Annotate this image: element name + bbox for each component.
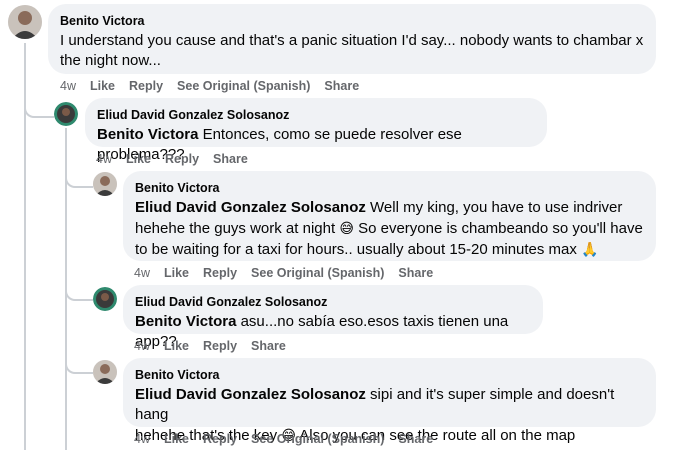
mention-link[interactable]: Benito Victora <box>135 313 236 330</box>
comment-age[interactable]: 4w <box>60 78 76 94</box>
share-button[interactable]: Share <box>398 265 433 281</box>
comment-bubble: Eliud David Gonzalez Solosanoz Benito Vi… <box>123 285 543 350</box>
see-original-button[interactable]: See Original (Spanish) <box>177 78 310 94</box>
reply-button[interactable]: Reply <box>165 151 199 167</box>
avatar[interactable] <box>93 172 117 196</box>
comment-actions: 4w Like Reply See Original (Spanish) Sha… <box>134 431 433 447</box>
comment-bubble: Eliud David Gonzalez Solosanoz Benito Vi… <box>85 98 547 163</box>
like-button[interactable]: Like <box>164 265 189 281</box>
thread-connector <box>65 283 93 301</box>
thread-connector <box>24 96 54 118</box>
thread-connector <box>65 170 93 188</box>
share-button[interactable]: Share <box>324 78 359 94</box>
mention-link[interactable]: Eliud David Gonzalez Solosanoz <box>135 386 366 403</box>
comment-bubble: Benito Victora Eliud David Gonzalez Solo… <box>123 358 656 444</box>
comment-actions: 4w Like Reply See Original (Spanish) Sha… <box>134 265 433 281</box>
see-original-button[interactable]: See Original (Spanish) <box>251 431 384 447</box>
comment-text-line: hehehe the guys work at night <box>135 220 340 237</box>
avatar[interactable] <box>54 102 78 126</box>
reply-button[interactable]: Reply <box>203 431 237 447</box>
share-button[interactable]: Share <box>251 338 286 354</box>
comment-author[interactable]: Eliud David Gonzalez Solosanoz <box>97 107 535 123</box>
comment-text-line: I understand you cause and that's a pani… <box>60 32 644 49</box>
comment-actions: 4w Like Reply Share <box>96 151 248 167</box>
avatar[interactable] <box>93 287 117 311</box>
comment-text: Eliud David Gonzalez Solosanoz Well my k… <box>135 198 644 260</box>
share-button[interactable]: Share <box>398 431 433 447</box>
comment-text-line: the night now... <box>60 52 161 69</box>
comment-bubble: Benito Victora Eliud David Gonzalez Solo… <box>123 171 656 261</box>
sweat-smile-emoji-icon: 😅 <box>339 220 354 236</box>
comment-bubble: Benito Victora I understand you cause an… <box>48 4 656 74</box>
comment-text: I understand you cause and that's a pani… <box>60 31 644 71</box>
share-button[interactable]: Share <box>213 151 248 167</box>
comment-author[interactable]: Benito Victora <box>135 367 644 383</box>
like-button[interactable]: Like <box>164 338 189 354</box>
comment-actions: 4w Like Reply See Original (Spanish) Sha… <box>60 78 359 94</box>
like-button[interactable]: Like <box>164 431 189 447</box>
reply-button[interactable]: Reply <box>203 338 237 354</box>
like-button[interactable]: Like <box>126 151 151 167</box>
comment-age[interactable]: 4w <box>96 151 112 167</box>
comment-text-line: So everyone is chambeando so you'll have <box>353 220 643 237</box>
comment-author[interactable]: Eliud David Gonzalez Solosanoz <box>135 294 531 310</box>
comment-age[interactable]: 4w <box>134 338 150 354</box>
mention-link[interactable]: Eliud David Gonzalez Solosanoz <box>135 199 366 216</box>
comment-text-line: to be waiting for a taxi for hours.. usu… <box>135 241 582 258</box>
avatar[interactable] <box>8 5 42 39</box>
comment-age[interactable]: 4w <box>134 265 150 281</box>
reply-button[interactable]: Reply <box>203 265 237 281</box>
mention-link[interactable]: Benito Victora <box>97 126 198 143</box>
comment-author[interactable]: Benito Victora <box>60 13 644 29</box>
comment-text-line: Well my king, you have to use indriver <box>365 199 623 216</box>
folded-hands-emoji-icon: 🙏 <box>581 241 599 257</box>
comment-age[interactable]: 4w <box>134 431 150 447</box>
reply-button[interactable]: Reply <box>129 78 163 94</box>
see-original-button[interactable]: See Original (Spanish) <box>251 265 384 281</box>
thread-connector <box>65 356 93 374</box>
comment-actions: 4w Like Reply Share <box>134 338 286 354</box>
comment-author[interactable]: Benito Victora <box>135 180 644 196</box>
avatar[interactable] <box>93 360 117 384</box>
like-button[interactable]: Like <box>90 78 115 94</box>
